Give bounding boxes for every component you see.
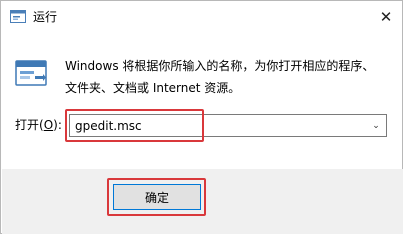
chevron-down-icon: ⌄ <box>372 120 380 131</box>
open-label-prefix: 打开( <box>15 118 44 132</box>
close-icon: ✕ <box>379 8 393 26</box>
open-label: 打开(O): <box>15 117 62 133</box>
run-dialog: 运行 ✕ Windows 将根据你所输入的名称，为你打开相应的程序、 文件夹、文… <box>0 0 403 234</box>
close-button[interactable]: ✕ <box>371 3 401 31</box>
title-bar: 运行 ✕ <box>1 1 402 33</box>
description: Windows 将根据你所输入的名称，为你打开相应的程序、 文件夹、文档或 In… <box>65 55 395 99</box>
open-label-suffix: ): <box>53 118 62 132</box>
open-label-accelerator: O <box>43 118 54 132</box>
window-title: 运行 <box>33 10 58 24</box>
dropdown-button[interactable]: ⌄ <box>366 115 386 136</box>
input-highlight-box <box>65 109 204 142</box>
ok-highlight-box <box>107 178 206 216</box>
description-line-2: 文件夹、文档或 Internet 资源。 <box>65 81 241 95</box>
run-icon <box>15 60 47 86</box>
run-dialog-icon <box>10 10 26 23</box>
description-line-1: Windows 将根据你所输入的名称，为你打开相应的程序、 <box>65 59 375 73</box>
